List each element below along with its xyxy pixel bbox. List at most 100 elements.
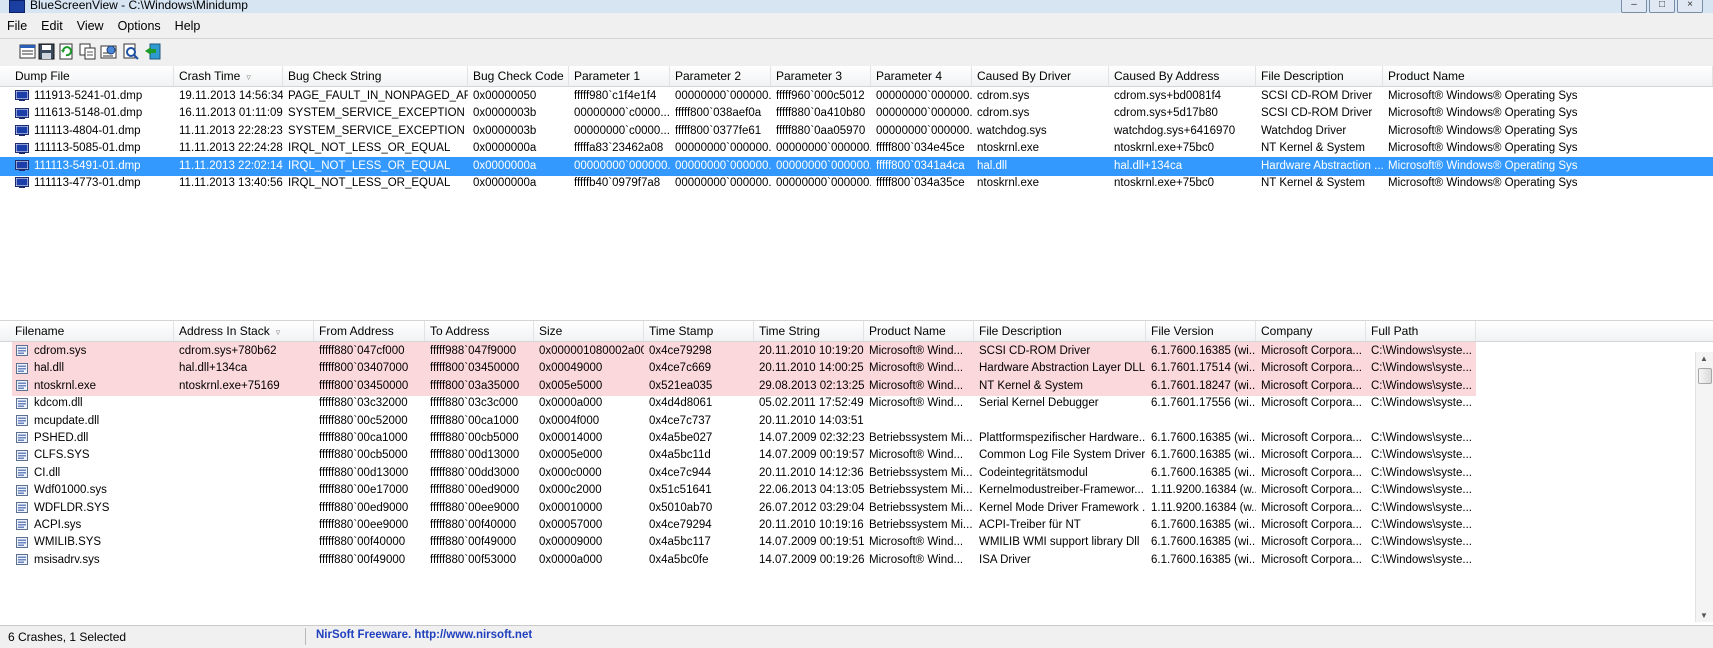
column-header-label: Address In Stack <box>179 324 270 338</box>
cell-text: Betriebssystem Mi... <box>869 466 973 479</box>
column-header-crash-time[interactable]: Crash Time ▿ <box>174 66 283 86</box>
cell-text: 20.11.2010 14:12:36 <box>759 466 864 479</box>
column-header-bug-check-string[interactable]: Bug Check String <box>283 66 468 86</box>
menu-file[interactable]: File <box>0 13 34 38</box>
column-header-file-version[interactable]: File Version <box>1146 321 1256 341</box>
column-header-address-in-stack[interactable]: Address In Stack ▿ <box>174 321 314 341</box>
driver-row[interactable]: ntoskrnl.exe ntoskrnl.exe+75169 fffff800`0… <box>0 377 1713 396</box>
column-header-caused-by-address[interactable]: Caused By Address <box>1109 66 1256 86</box>
dump-row[interactable]: 111613-5148-01.dmp 16.11.2013 01:11:09 SYS… <box>0 104 1713 123</box>
driver-row[interactable]: cdrom.sys cdrom.sys+780b62 fffff880`047cf0… <box>0 342 1713 361</box>
status-summary: 6 Crashes, 1 Selected <box>8 630 127 644</box>
cell-file-description: Kernelmodustreiber-Framewor... <box>974 481 1146 500</box>
column-header-parameter-1[interactable]: Parameter 1 <box>569 66 670 86</box>
cell-full-path: C:\Windows\syste... <box>1366 464 1476 483</box>
column-header-full-path[interactable]: Full Path <box>1366 321 1476 341</box>
column-header-dump-file[interactable]: Dump File <box>10 66 174 86</box>
vertical-scrollbar[interactable]: ▲ ▼ <box>1695 352 1713 622</box>
refresh-button[interactable] <box>58 43 75 60</box>
save-button[interactable] <box>38 43 55 60</box>
driver-row[interactable]: CI.dll fffff880`00d13000 fffff880`00dd3000… <box>0 464 1713 483</box>
properties-button[interactable] <box>19 43 36 60</box>
html-report-button[interactable] <box>100 43 117 60</box>
driver-row[interactable]: ACPI.sys fffff880`00ee9000 fffff880`00f400… <box>0 516 1713 535</box>
cell-text: 111113-4804-01.dmp <box>34 124 141 137</box>
cell-text: 1.11.9200.16384 (w... <box>1151 501 1256 514</box>
driver-row[interactable]: PSHED.dll fffff880`00ca1000 fffff880`00cb5… <box>0 429 1713 448</box>
cell-text: Microsoft Corpora... <box>1261 553 1362 566</box>
cell-address-in-stack: hal.dll+134ca <box>174 359 314 378</box>
cell-text: NT Kernel & System <box>1261 142 1365 155</box>
cell-address-in-stack <box>174 429 314 448</box>
cell-caused-by-driver: watchdog.sys <box>972 122 1109 141</box>
maximize-button[interactable]: □ <box>1649 0 1675 13</box>
cell-text: Microsoft® Wind... <box>869 536 964 549</box>
dump-row[interactable]: 111113-5491-01.dmp 11.11.2013 22:02:14 IRQ… <box>0 156 1713 176</box>
column-header-caused-by-driver[interactable]: Caused By Driver <box>972 66 1109 86</box>
vertical-scroll-thumb[interactable] <box>1698 368 1712 384</box>
dump-row[interactable]: 111113-4773-01.dmp 11.11.2013 13:40:56 IRQ… <box>0 174 1713 193</box>
copy-button[interactable] <box>79 43 96 60</box>
menu-view[interactable]: View <box>70 13 111 38</box>
driver-row[interactable]: WMILIB.SYS fffff880`00f40000 fffff880`00f4… <box>0 533 1713 552</box>
menu-options[interactable]: Options <box>111 13 168 38</box>
cell-parameter-1: fffff980`c1f4e1f4 <box>569 87 670 106</box>
find-button[interactable] <box>122 43 139 60</box>
column-header-time-string[interactable]: Time String <box>754 321 864 341</box>
column-header-product-name[interactable]: Product Name <box>1383 66 1713 86</box>
driver-row[interactable]: mcupdate.dll fffff880`00c52000 fffff880`00… <box>0 412 1713 431</box>
driver-row[interactable]: kdcom.dll fffff880`03c32000 fffff880`03c3c… <box>0 394 1713 413</box>
cell-parameter-3: fffff880`0a410b80 <box>771 104 871 123</box>
nirsoft-link[interactable]: NirSoft Freeware. http://www.nirsoft.net <box>316 629 532 641</box>
driver-row[interactable]: msisadrv.sys fffff880`00f49000 fffff880`00… <box>0 551 1713 570</box>
dump-row[interactable]: 111113-4804-01.dmp 11.11.2013 22:28:23 SYS… <box>0 122 1713 141</box>
cell-text: 20.11.2010 14:00:25 <box>759 362 864 375</box>
column-header-time-stamp[interactable]: Time Stamp <box>644 321 754 341</box>
column-header-parameter-4[interactable]: Parameter 4 <box>871 66 972 86</box>
column-header-company[interactable]: Company <box>1256 321 1366 341</box>
column-header-file-description[interactable]: File Description <box>1256 66 1383 86</box>
scroll-down-arrow-icon[interactable]: ▼ <box>1700 611 1708 620</box>
scroll-up-arrow-icon[interactable]: ▲ <box>1700 354 1708 363</box>
cell-text: 26.07.2012 03:29:04 <box>759 501 864 514</box>
menu-help[interactable]: Help <box>168 13 208 38</box>
column-header-filename[interactable]: Filename <box>10 321 174 341</box>
column-header-size[interactable]: Size <box>534 321 644 341</box>
driver-row[interactable]: WDFLDR.SYS fffff880`00ed9000 fffff880`00ee… <box>0 499 1713 518</box>
cell-file-description: SCSI CD-ROM Driver <box>1256 87 1383 106</box>
cell-product-name: Microsoft® Wind... <box>864 359 974 378</box>
status-divider <box>305 628 306 645</box>
column-header-to-address[interactable]: To Address <box>425 321 534 341</box>
column-header-parameter-3[interactable]: Parameter 3 <box>771 66 871 86</box>
column-header-parameter-2[interactable]: Parameter 2 <box>670 66 771 86</box>
column-header-from-address[interactable]: From Address <box>314 321 425 341</box>
driver-row[interactable]: Wdf01000.sys fffff880`00e17000 fffff880`00… <box>0 481 1713 500</box>
column-header-file-description[interactable]: File Description <box>974 321 1146 341</box>
cell-product-name: Microsoft® Wind... <box>864 533 974 552</box>
cell-full-path: C:\Windows\syste... <box>1366 533 1476 552</box>
cell-from-address: fffff880`00ee9000 <box>314 516 425 535</box>
cell-parameter-4: 00000000`000000... <box>871 122 972 141</box>
menu-edit[interactable]: Edit <box>34 13 70 38</box>
dump-row[interactable]: 111913-5241-01.dmp 19.11.2013 14:56:34 PAG… <box>0 87 1713 106</box>
cell-to-address: fffff880`00f49000 <box>425 533 534 552</box>
cell-text: fffffb40`0979f7a8 <box>574 177 661 189</box>
cell-caused-by-address: ntoskrnl.exe+75bc0 <box>1109 174 1256 193</box>
column-header-bug-check-code[interactable]: Bug Check Code <box>468 66 569 86</box>
cell-file-description: Hardware Abstraction Layer DLL <box>974 359 1146 378</box>
column-header-product-name[interactable]: Product Name <box>864 321 974 341</box>
driver-list[interactable]: Filename Address In Stack ▿ From Address To … <box>0 320 1713 626</box>
cell-text: 6.1.7600.16385 (wi... <box>1151 432 1256 444</box>
cell-text: fffff880`00dd3000 <box>430 466 520 479</box>
driver-row[interactable]: hal.dll hal.dll+134ca fffff800`03407000 fff… <box>0 359 1713 378</box>
driver-row[interactable]: CLFS.SYS fffff880`00cb5000 fffff880`00d130… <box>0 446 1713 465</box>
dump-row[interactable]: 111113-5085-01.dmp 11.11.2013 22:24:28 IRQ… <box>0 139 1713 158</box>
cell-text: 16.11.2013 01:11:09 <box>179 107 283 120</box>
dump-file-list[interactable]: Dump File Crash Time ▿ Bug Check String Bug … <box>0 66 1713 321</box>
exit-button[interactable] <box>144 43 161 60</box>
cell-text: 00000000`000000... <box>876 124 972 137</box>
close-button[interactable]: × <box>1677 0 1703 13</box>
cell-to-address: fffff800`03a35000 <box>425 377 534 396</box>
properties-icon <box>19 44 36 59</box>
minimize-button[interactable]: – <box>1621 0 1647 13</box>
